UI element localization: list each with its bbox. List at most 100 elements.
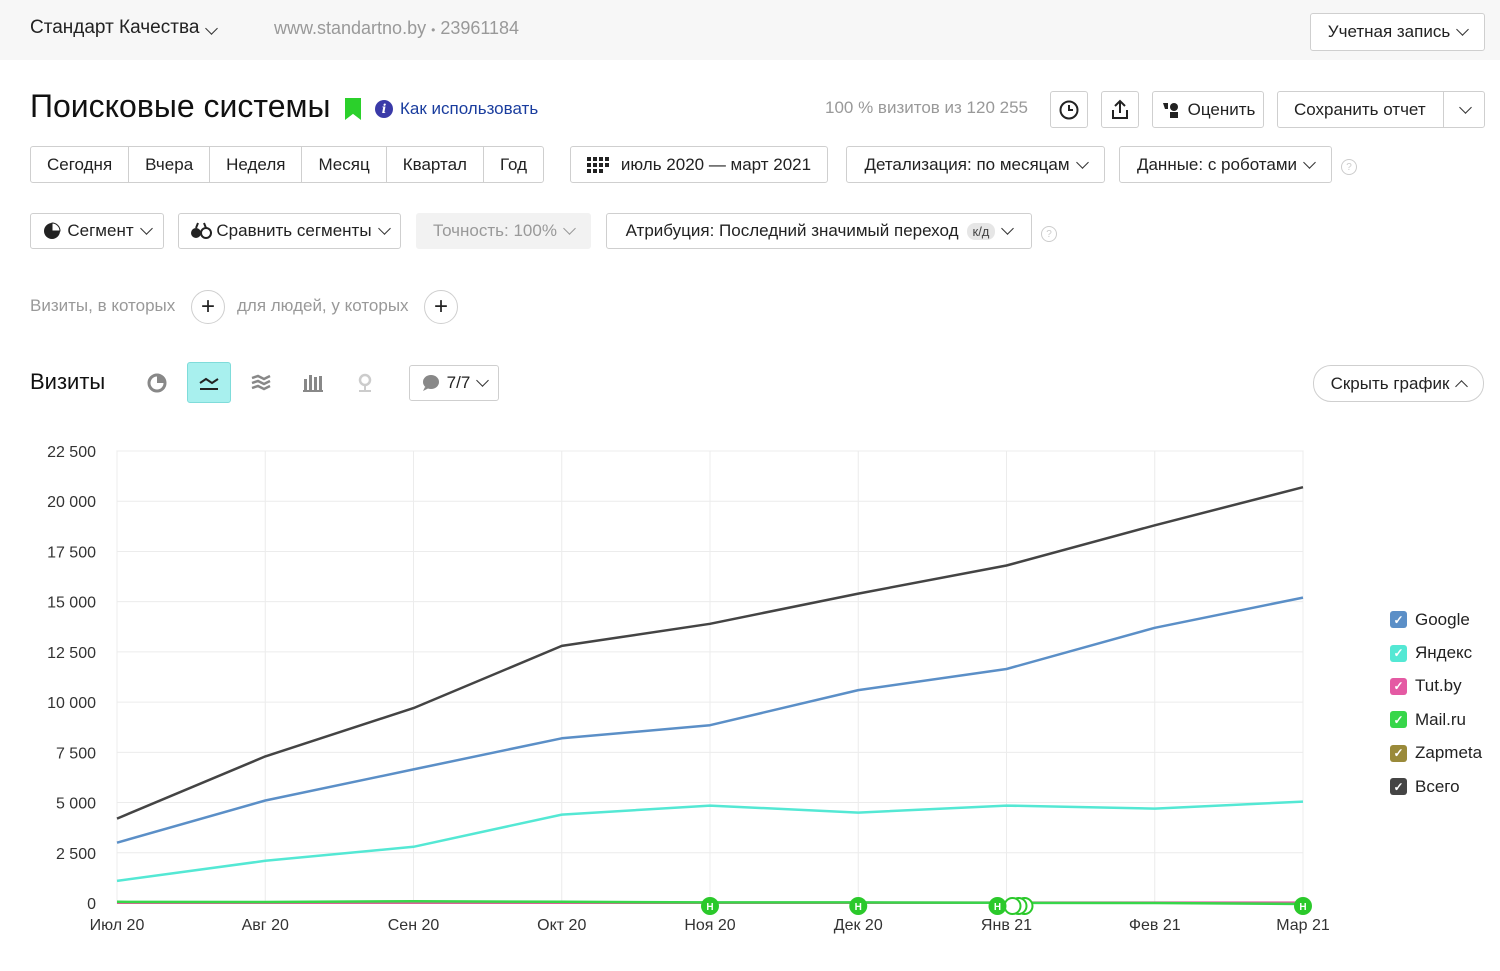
period-quarter[interactable]: Квартал <box>387 147 484 182</box>
chevron-down-icon <box>476 374 490 387</box>
attribution-label: Атрибуция: Последний значимый переход <box>625 221 959 240</box>
legend-item-yandex[interactable]: ✓ Яндекс <box>1390 636 1482 669</box>
site-selector[interactable]: Стандарт Качества <box>30 17 219 39</box>
x-tick-label: Фев 21 <box>1129 917 1181 934</box>
annotation-marker-stack <box>1003 897 1022 915</box>
add-visit-condition-button[interactable]: + <box>191 290 225 324</box>
x-tick-label: Ноя 20 <box>684 917 735 934</box>
graph-title: Визиты <box>30 369 106 394</box>
date-range-button[interactable]: июль 2020 — март 2021 <box>570 146 828 183</box>
accuracy-label: Точность: 100% <box>433 221 557 240</box>
legend-label: Всего <box>1415 776 1460 796</box>
divider <box>1443 92 1444 127</box>
counter-id: 23961184 <box>440 18 520 38</box>
how-to-use-link[interactable]: Как использовать <box>400 99 538 119</box>
line-chart-icon <box>199 377 219 390</box>
share-icon <box>1112 99 1128 119</box>
attribution-badge: к/д <box>966 222 996 240</box>
pie-chart-icon <box>147 373 167 392</box>
segment-button[interactable]: Сегмент <box>30 213 164 249</box>
detail-dropdown[interactable]: Детализация: по месяцам <box>846 146 1105 183</box>
history-button[interactable] <box>1050 91 1088 128</box>
chevron-down-icon <box>1303 155 1316 169</box>
legend-item-total[interactable]: ✓ Всего <box>1390 770 1482 803</box>
legend-item-google[interactable]: ✓ Google <box>1390 603 1482 636</box>
add-people-condition-button[interactable]: + <box>424 290 458 324</box>
bookmark-icon[interactable] <box>345 98 361 120</box>
help-icon[interactable]: ? <box>1341 159 1357 175</box>
help-icon[interactable]: ? <box>1041 226 1057 242</box>
site-url: www.standartno.by <box>274 18 427 38</box>
legend-label: Яндекс <box>1415 643 1473 663</box>
pie-icon <box>44 222 61 239</box>
annotation-marker <box>701 897 719 915</box>
hide-graph-button[interactable]: Скрыть график <box>1313 365 1484 402</box>
clock-icon <box>1059 100 1079 119</box>
y-tick-label: 5 000 <box>56 796 96 813</box>
legend-item-mailru[interactable]: ✓ Mail.ru <box>1390 703 1482 736</box>
x-tick-label: Дек 20 <box>834 917 883 934</box>
series-line-2 <box>116 800 1304 883</box>
legend-item-tutby[interactable]: ✓ Tut.by <box>1390 670 1482 703</box>
period-year[interactable]: Год <box>484 147 543 182</box>
y-tick-label: 20 000 <box>47 494 96 511</box>
accuracy-dropdown[interactable]: Точность: 100% <box>416 213 591 249</box>
x-tick-label: Янв 21 <box>981 917 1032 934</box>
visits-filter-label: Визиты, в которых <box>30 296 176 315</box>
series-line-6 <box>116 485 1304 820</box>
chart-type-pie[interactable] <box>135 362 179 403</box>
checkbox-icon: ✓ <box>1390 744 1407 762</box>
x-tick-label: Июл 20 <box>90 917 145 934</box>
separator-dot: • <box>431 23 436 37</box>
x-tick-label: Окт 20 <box>537 917 586 934</box>
top-bar: Стандарт Качества www.standartno.by • 23… <box>0 0 1500 60</box>
y-tick-label: 15 000 <box>47 595 96 612</box>
checkbox-icon: ✓ <box>1390 677 1407 695</box>
series-line-1 <box>116 596 1304 844</box>
legend-label: Tut.by <box>1415 676 1462 696</box>
series-selector[interactable]: 7/7 <box>409 365 499 401</box>
export-button[interactable] <box>1101 91 1139 128</box>
period-week[interactable]: Неделя <box>210 147 303 182</box>
y-tick-label: 7 500 <box>56 745 96 762</box>
thumbs-icon <box>1162 102 1178 118</box>
annotation-label: Н <box>1299 902 1306 913</box>
chart-type-line[interactable] <box>187 362 231 403</box>
period-today[interactable]: Сегодня <box>31 147 130 182</box>
legend-label: Google <box>1415 609 1470 629</box>
data-label: Данные: с роботами <box>1136 154 1298 174</box>
save-report-label: Сохранить отчет <box>1294 99 1426 119</box>
attribution-dropdown[interactable]: Атрибуция: Последний значимый переход к/… <box>606 213 1032 249</box>
period-month[interactable]: Месяц <box>302 147 387 182</box>
chart-type-map[interactable] <box>343 362 387 403</box>
annotation-marker <box>1294 897 1312 915</box>
checkbox-icon: ✓ <box>1390 778 1407 796</box>
chevron-down-icon <box>1075 155 1089 169</box>
chevron-down-icon <box>1001 222 1015 235</box>
calendar-icon <box>586 156 609 173</box>
data-dropdown[interactable]: Данные: с роботами <box>1119 146 1332 183</box>
compare-segments-button[interactable]: Сравнить сегменты <box>178 213 401 249</box>
annotation-marker-stack <box>1015 897 1034 915</box>
plot-area <box>116 450 1304 904</box>
visits-share: 100 % визитов из 120 255 <box>825 98 1029 117</box>
annotation-marker <box>988 897 1007 915</box>
date-range-label: июль 2020 — март 2021 <box>620 154 812 174</box>
period-yesterday[interactable]: Вчера <box>129 147 211 182</box>
save-options-dropdown[interactable] <box>1450 100 1480 120</box>
x-tick-label: Авг 20 <box>242 917 289 934</box>
rate-button[interactable]: Оценить <box>1152 91 1264 128</box>
account-label: Учетная запись <box>1327 22 1451 41</box>
account-button[interactable]: Учетная запись <box>1310 13 1485 51</box>
series-line-4 <box>116 899 1304 906</box>
annotation-label: Н <box>855 902 862 913</box>
legend-label: Mail.ru <box>1415 709 1467 729</box>
period-selector: Сегодня Вчера Неделя Месяц Квартал Год <box>30 146 545 183</box>
chart-type-area[interactable] <box>239 362 283 403</box>
legend-item-zapmeta[interactable]: ✓ Zapmeta <box>1390 737 1482 770</box>
info-icon: i <box>375 100 393 118</box>
y-tick-label: 10 000 <box>47 695 96 712</box>
y-tick-label: 0 <box>87 896 96 913</box>
chart-type-bar[interactable] <box>291 362 335 403</box>
series-count: 7/7 <box>446 373 471 392</box>
